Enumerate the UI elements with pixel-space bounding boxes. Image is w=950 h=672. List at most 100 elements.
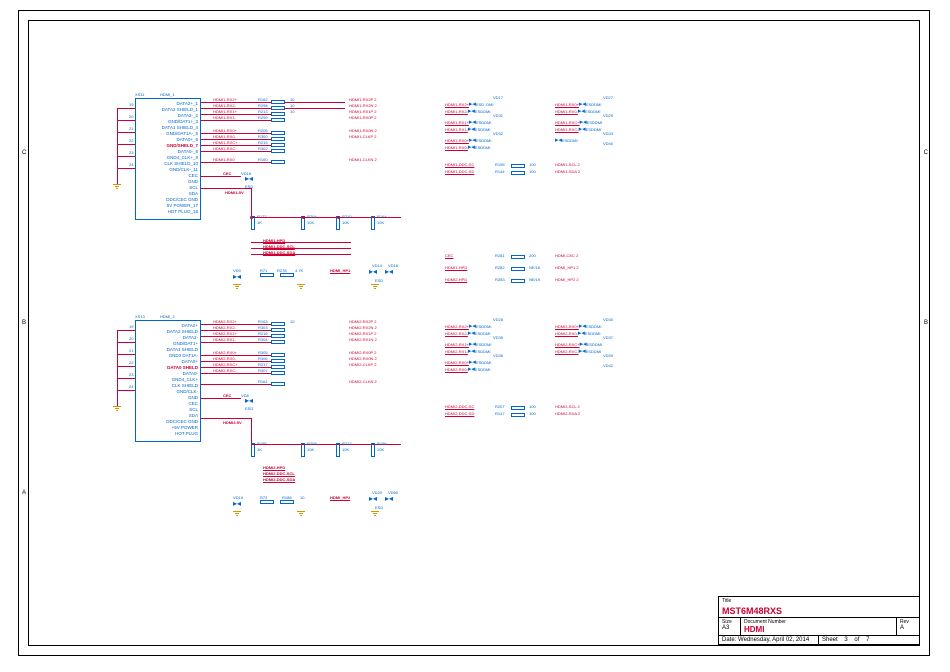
esd-label: ESD (476, 102, 484, 107)
res-ref: R213 (258, 109, 268, 114)
vd-ref: VD27 (603, 95, 613, 100)
res-ref: R160 (258, 157, 268, 162)
diode-icon: ▸◂ (385, 496, 393, 502)
dmi-label: DMI (484, 324, 491, 329)
res-ref: R303 (258, 325, 268, 330)
esd-label: ESD (245, 406, 253, 411)
c1-pn: 24 (129, 162, 133, 167)
port: HDMI1-SDA 2 (555, 169, 580, 174)
net: HDMI2-RX2- (445, 331, 468, 336)
vd-ref: VD36 (493, 353, 503, 358)
esd-label: ESD (586, 102, 594, 107)
c2-pn: 20 (129, 336, 133, 341)
resistor-icon (271, 382, 285, 386)
diode-icon: ▸◂ (233, 501, 241, 507)
diode-icon: ▸◂ (385, 269, 393, 275)
diode-icon: ▸◂ (245, 176, 253, 182)
res-ref: R300 (258, 134, 268, 139)
resistor-icon (271, 149, 285, 153)
res-ref: R304 (258, 337, 268, 342)
junction-node (337, 216, 340, 219)
resistor-icon (271, 340, 285, 344)
esd-label: ESD (587, 120, 595, 125)
net: HDMI2-DDC-SDA (263, 477, 295, 482)
res-ref: R147 (495, 411, 505, 416)
resistor-icon (271, 143, 285, 147)
diode-icon: ▸◂ (468, 347, 475, 355)
esd-label: ESD (562, 138, 570, 143)
c2-pn: 24 (129, 384, 133, 389)
net: HDMI1-RXC- (213, 146, 237, 151)
net: HDMI2-HPD (263, 465, 285, 470)
dmi-label: DMI (483, 109, 490, 114)
resistor-icon (271, 365, 285, 369)
dmi-label: DMI (595, 120, 602, 125)
tb-date: Wednesday, April 02, 2014 (738, 637, 809, 643)
res-ref: R302 (258, 146, 268, 151)
esd-label: ESD (476, 360, 484, 365)
resistor-icon (271, 137, 285, 141)
res-val: 100 (529, 411, 536, 416)
dmi-label: DMI (594, 127, 601, 132)
port: HDMI_HP1 2 (555, 265, 579, 270)
net: HDMI1-DDC-SC (445, 162, 474, 167)
resistor-icon (271, 100, 285, 104)
esd-label: ESD (375, 505, 383, 510)
dmi-label: DMI (595, 342, 602, 347)
wire (117, 120, 135, 121)
net: HDMI1-RX0+ (213, 128, 237, 133)
net: HDMI1-HPD (445, 265, 467, 270)
port: HDMI2-RX1N 2 (349, 337, 377, 342)
resistor-icon (511, 255, 525, 259)
port: HDMI2-CLKP 2 (349, 362, 377, 367)
dmi-label: DMI (570, 138, 577, 143)
tb-sheet-of: of (854, 637, 859, 643)
resistor-icon (511, 164, 525, 168)
res-ref: R162 (258, 97, 268, 102)
esd-label: ESD (585, 109, 593, 114)
port: HDMI1-RX0P 2 (349, 115, 377, 120)
esd-label: ESD (586, 127, 594, 132)
res-ref: R204 (307, 214, 317, 219)
net-cec: CEC (223, 171, 231, 176)
c2-pn: 22 (129, 360, 133, 365)
res-val: 10K (307, 447, 314, 452)
esd-label: ESD (476, 138, 484, 143)
port: HDMI1-RX1P 2 (349, 109, 377, 114)
wire (251, 248, 351, 249)
conn1-ref: XS11 (135, 92, 145, 97)
diode-icon: ▸◂ (579, 347, 586, 355)
vd-ref: VD29 (603, 113, 613, 118)
net: HDMI2-HPD (445, 277, 467, 282)
dmi-label: DMI (483, 331, 490, 336)
wire (201, 120, 271, 121)
net: HDMI2-RX2+ (445, 324, 469, 329)
port: HDMI1-SCL 2 (555, 162, 580, 167)
esd-label: ESD (586, 324, 594, 329)
net: HDMI1-RX0- (445, 145, 468, 150)
esd-col2: HDMI1-RX0- ▸◂ ESD DMI (555, 107, 601, 115)
res-ref: R216 (258, 331, 268, 336)
c1-pn: 20 (129, 114, 133, 119)
wire (201, 418, 251, 419)
diode-icon: ▸◂ (245, 398, 253, 404)
diode-icon: ▸◂ (233, 274, 241, 280)
diode-icon: ▸◂ (468, 329, 475, 337)
wire (201, 162, 271, 163)
wire (201, 188, 251, 189)
res-ref: R298 (258, 103, 268, 108)
net: HDMI2-DDC-SD (445, 411, 474, 416)
net: HDMI2-RX1- (213, 337, 236, 342)
port: HDMI2-SCL 2 (555, 404, 580, 409)
hdmi2-section: XS13 HDMI_2 DATA2+ DATA2 SHIELD DATA2- G… (135, 320, 705, 520)
dmi-label: DMI (484, 120, 491, 125)
res-val: 10K (377, 447, 384, 452)
hdmi2-connector: DATA2+ DATA2 SHIELD DATA2- GND/DAT1+ DAT… (135, 320, 201, 442)
port: HDMI1-RX2P 2 (349, 97, 377, 102)
res-val: 10K (342, 447, 349, 452)
wire (251, 418, 252, 443)
wire (117, 366, 135, 367)
net: HDMI1-RX0- (213, 134, 236, 139)
net: HDMI2-RX0+ (555, 324, 579, 329)
conn2-name: HDMI_2 (160, 314, 175, 319)
